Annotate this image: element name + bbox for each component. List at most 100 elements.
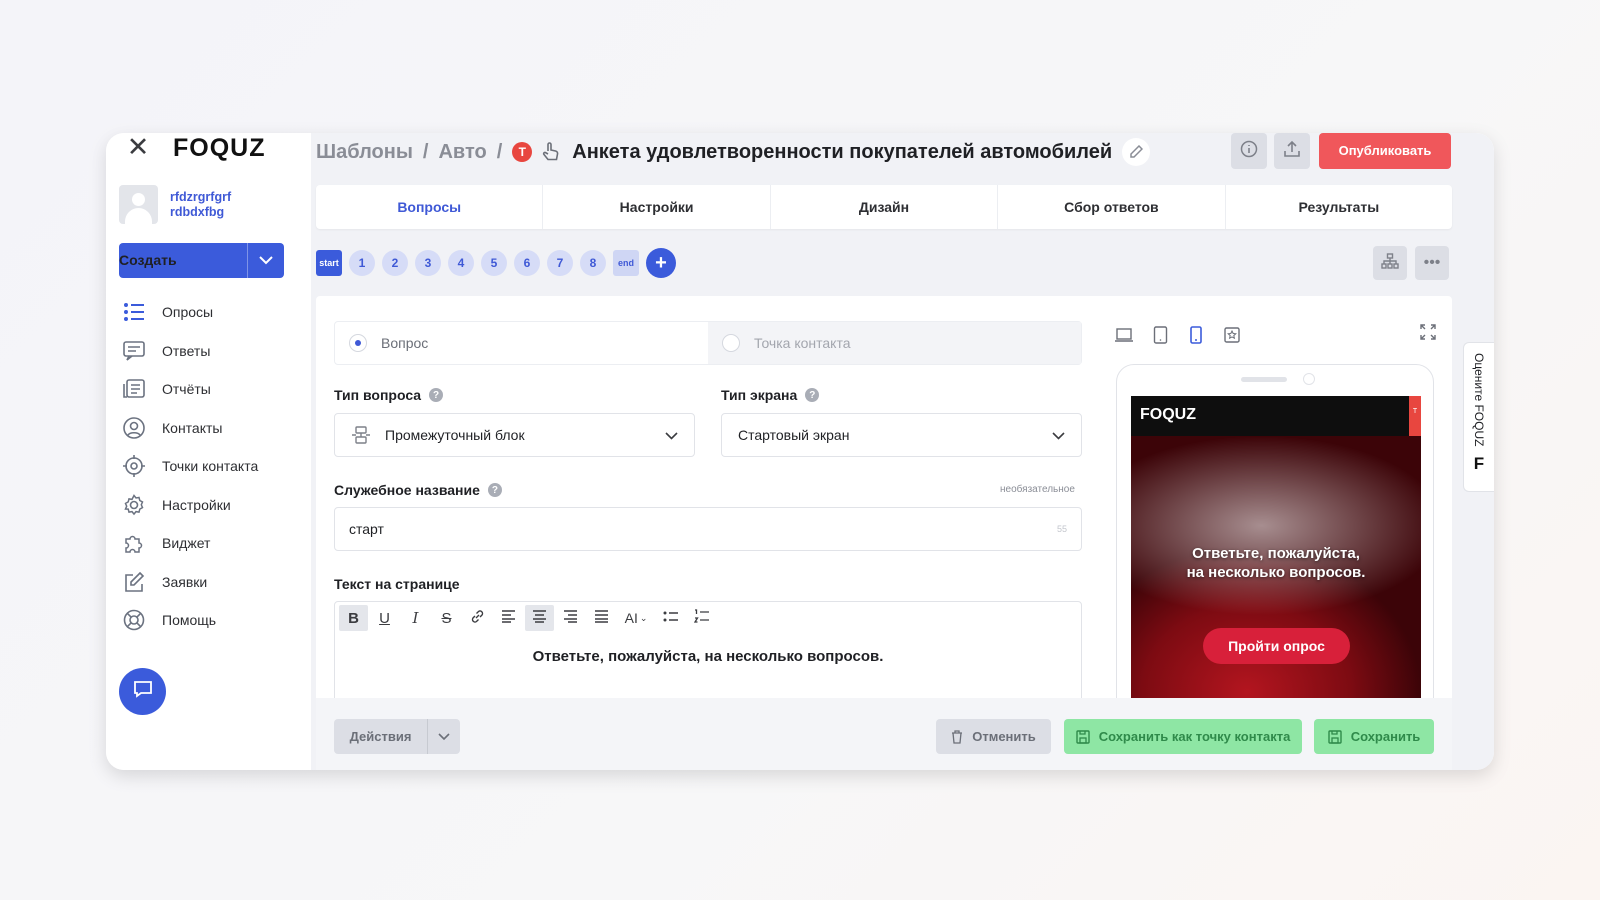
screen-type-select[interactable]: Стартовый экран	[721, 413, 1082, 457]
create-button-label[interactable]: Создать	[119, 243, 247, 278]
bold-button[interactable]: B	[339, 605, 368, 631]
optional-hint: необязательное	[1000, 484, 1075, 495]
screen-type-label-text: Тип экрана	[721, 387, 798, 403]
fullscreen-icon[interactable]	[1420, 324, 1440, 344]
strikethrough-icon: S	[441, 609, 452, 627]
add-question-button[interactable]: +	[646, 248, 676, 278]
target-icon	[121, 453, 147, 479]
step-8[interactable]: 8	[580, 250, 606, 276]
help-icon[interactable]: ?	[487, 483, 502, 497]
help-icon[interactable]: ?	[805, 388, 820, 402]
lifebuoy-icon	[121, 607, 147, 633]
step-end[interactable]: end	[613, 250, 639, 276]
rate-foquz-tab[interactable]: Оцените FOQUZ F	[1463, 342, 1494, 492]
tab-collect-answers[interactable]: Сбор ответов	[998, 185, 1226, 229]
chevron-down-icon: ⌄	[639, 612, 648, 623]
logic-tree-button[interactable]	[1373, 246, 1407, 280]
app-logo: FOQUZ	[173, 134, 266, 162]
text-toolbar: B U I S AI ⌄	[334, 601, 1082, 635]
sidebar-item-widget[interactable]: Виджет	[121, 524, 301, 563]
pencil-icon[interactable]	[1122, 138, 1151, 166]
step-start[interactable]: start	[316, 250, 342, 276]
preview-screen: FOQUZ T Ответьте, пожалуйста, на несколь…	[1131, 396, 1421, 716]
chevron-down-icon	[1052, 427, 1065, 443]
sidebar-item-label: Помощь	[162, 612, 217, 629]
avatar[interactable]	[119, 185, 158, 224]
close-icon[interactable]: ✕	[126, 134, 150, 161]
sidebar-item-contacts[interactable]: Контакты	[121, 409, 301, 448]
step-7[interactable]: 7	[547, 250, 573, 276]
bullet-list-button[interactable]	[656, 605, 685, 631]
sidebar-item-surveys[interactable]: Опросы	[121, 293, 301, 332]
cancel-button[interactable]: Отменить	[936, 719, 1051, 754]
link-button[interactable]	[463, 605, 492, 631]
publish-button[interactable]: Опубликовать	[1319, 133, 1451, 169]
start-survey-button[interactable]: Пройти опрос	[1203, 628, 1350, 664]
user-name[interactable]: rfdzrgrfgrf rdbdxfbg	[170, 190, 231, 220]
rate-foquz-text: Оцените FOQUZ	[1472, 353, 1486, 447]
chat-button[interactable]	[119, 668, 166, 715]
align-center-icon	[532, 609, 547, 627]
tab-questions[interactable]: Вопросы	[316, 185, 544, 229]
radio-question[interactable]	[349, 334, 367, 352]
preview-tag: T	[1409, 396, 1421, 436]
tab-design[interactable]: Дизайн	[771, 185, 999, 229]
user-circle-icon	[121, 415, 147, 441]
align-right-button[interactable]	[556, 605, 585, 631]
chevron-down-icon[interactable]	[428, 719, 460, 754]
sidebar-item-answers[interactable]: Ответы	[121, 332, 301, 371]
tab-results[interactable]: Результаты	[1226, 185, 1452, 229]
strike-button[interactable]: S	[432, 605, 461, 631]
question-type-select[interactable]: Промежуточный блок	[334, 413, 695, 457]
info-button[interactable]	[1231, 133, 1267, 169]
save-as-touchpoint-button[interactable]: Сохранить как точку контакта	[1064, 719, 1302, 754]
export-button[interactable]	[1274, 133, 1310, 169]
radio-touchpoint[interactable]	[722, 334, 740, 352]
align-left-button[interactable]	[494, 605, 523, 631]
save-button[interactable]: Сохранить	[1314, 719, 1434, 754]
breadcrumb: Шаблоны / Авто / T Анкета удовлетворенно…	[316, 138, 1151, 166]
widget-star-icon[interactable]	[1221, 324, 1243, 346]
segment-touchpoint[interactable]: Точка контакта	[708, 322, 1081, 364]
service-name-input[interactable]: старт 55	[334, 507, 1082, 551]
numbered-list-icon	[693, 609, 710, 627]
sidebar-item-label: Контакты	[162, 419, 223, 436]
segment-question[interactable]: Вопрос	[335, 322, 708, 364]
actions-label: Действия	[349, 729, 412, 744]
sidebar-item-help[interactable]: Помощь	[121, 601, 301, 640]
font-size-button[interactable]: AI ⌄	[618, 605, 654, 631]
numbered-list-button[interactable]	[687, 605, 716, 631]
sidebar-item-settings[interactable]: Настройки	[121, 486, 301, 525]
more-button[interactable]: •••	[1415, 246, 1449, 280]
breadcrumb-templates[interactable]: Шаблоны	[316, 141, 413, 164]
phone-icon[interactable]	[1185, 324, 1207, 346]
breadcrumb-separator: /	[422, 140, 429, 163]
question-type-label-text: Тип вопроса	[334, 387, 422, 403]
sidebar-item-touchpoints[interactable]: Точки контакта	[121, 447, 301, 486]
breadcrumb-auto[interactable]: Авто	[438, 141, 486, 164]
footer-bar: Действия Отменить Сохранить как точку ко…	[316, 698, 1452, 770]
justify-button[interactable]	[587, 605, 616, 631]
sitemap-icon	[1381, 252, 1399, 274]
step-5[interactable]: 5	[481, 250, 507, 276]
sidebar-item-label: Ответы	[162, 342, 211, 359]
tablet-icon[interactable]	[1149, 324, 1171, 346]
step-6[interactable]: 6	[514, 250, 540, 276]
underline-button[interactable]: U	[370, 605, 399, 631]
step-1[interactable]: 1	[349, 250, 375, 276]
align-center-button[interactable]	[525, 605, 554, 631]
laptop-icon[interactable]	[1113, 324, 1135, 346]
step-4[interactable]: 4	[448, 250, 474, 276]
italic-button[interactable]: I	[401, 605, 430, 631]
help-icon[interactable]: ?	[429, 388, 444, 402]
sidebar-item-reports[interactable]: Отчёты	[121, 370, 301, 409]
actions-dropdown[interactable]: Действия	[334, 719, 460, 754]
create-dropdown-chevron-icon[interactable]	[248, 243, 284, 278]
step-3[interactable]: 3	[415, 250, 441, 276]
sidebar-item-requests[interactable]: Заявки	[121, 563, 301, 602]
step-2[interactable]: 2	[382, 250, 408, 276]
font-size-icon: AI	[624, 610, 638, 626]
tab-settings[interactable]: Настройки	[543, 185, 771, 229]
cancel-label: Отменить	[972, 729, 1036, 744]
chat-list-icon	[121, 338, 147, 364]
